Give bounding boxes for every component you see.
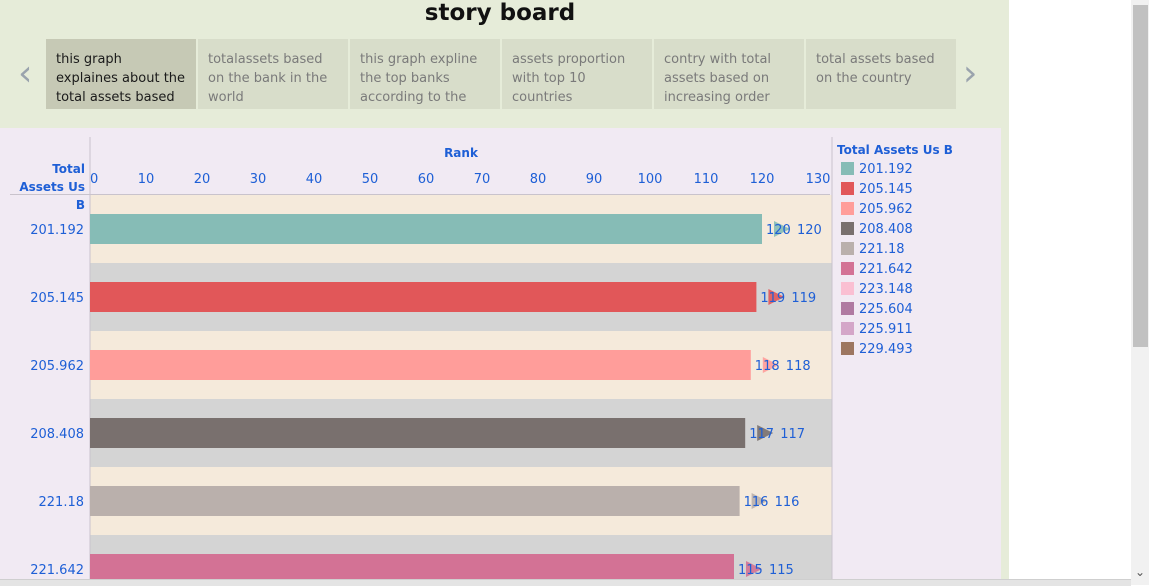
- bar-end-label: 117: [780, 427, 805, 442]
- category-label: 221.18: [39, 495, 85, 510]
- category-label: 221.642: [30, 563, 84, 578]
- bar-value-label: 120: [766, 223, 791, 238]
- x-tick-label: 60: [418, 172, 435, 187]
- x-tick-label: 10: [138, 172, 155, 187]
- legend-item[interactable]: 223.148: [841, 281, 913, 299]
- bar: [90, 418, 746, 448]
- scrollbar-thumb[interactable]: [1133, 5, 1148, 347]
- legend-label: 225.911: [859, 322, 913, 337]
- legend-label: 225.604: [859, 302, 913, 317]
- bar-value-label: 118: [755, 359, 780, 374]
- x-tick-label: 90: [586, 172, 603, 187]
- scroll-down-arrow-icon[interactable]: ⌄: [1131, 563, 1149, 581]
- legend-swatch: [841, 282, 854, 295]
- x-tick-label: 80: [530, 172, 547, 187]
- x-tick-label: 120: [750, 172, 775, 187]
- bar: [90, 282, 757, 312]
- bar-value-label: 116: [744, 495, 769, 510]
- x-tick-label: 110: [694, 172, 719, 187]
- legend-label: 205.962: [859, 202, 913, 217]
- legend-item[interactable]: 201.192: [841, 161, 913, 179]
- x-tick-label: 0: [90, 172, 98, 187]
- x-tick-label: 30: [250, 172, 267, 187]
- bar-end-label: 115: [769, 563, 794, 578]
- category-label: 201.192: [30, 223, 84, 238]
- legend-item[interactable]: 225.604: [841, 301, 913, 319]
- legend-swatch: [841, 322, 854, 335]
- legend-swatch: [841, 262, 854, 275]
- x-tick-label: 40: [306, 172, 323, 187]
- legend-swatch: [841, 202, 854, 215]
- legend-label: 208.408: [859, 222, 913, 237]
- legend-title: Total Assets Us B: [837, 143, 953, 157]
- bar: [90, 214, 762, 244]
- legend-item[interactable]: 205.962: [841, 201, 913, 219]
- x-tick-label: 100: [638, 172, 663, 187]
- bar-end-label: 116: [775, 495, 800, 510]
- bar-end-label: 118: [786, 359, 811, 374]
- category-label: 205.962: [30, 359, 84, 374]
- legend-label: 205.145: [859, 182, 913, 197]
- legend-swatch: [841, 162, 854, 175]
- legend-label: 201.192: [859, 162, 913, 177]
- legend-swatch: [841, 222, 854, 235]
- legend-item[interactable]: 221.642: [841, 261, 913, 279]
- legend-label: 221.18: [859, 242, 905, 257]
- legend-label: 221.642: [859, 262, 913, 277]
- bar: [90, 486, 740, 516]
- legend-swatch: [841, 242, 854, 255]
- x-tick-label: 70: [474, 172, 491, 187]
- category-label: 208.408: [30, 427, 84, 442]
- legend-label: 223.148: [859, 282, 913, 297]
- legend-item[interactable]: 225.911: [841, 321, 913, 339]
- story-board: story board ‹ this graph explaines about…: [0, 0, 1009, 585]
- legend-item[interactable]: 208.408: [841, 221, 913, 239]
- legend-item[interactable]: 229.493: [841, 341, 913, 359]
- legend-swatch: [841, 342, 854, 355]
- bar: [90, 350, 751, 380]
- legend-swatch: [841, 302, 854, 315]
- x-tick-label: 50: [362, 172, 379, 187]
- bar-end-label: 119: [791, 291, 816, 306]
- legend-item[interactable]: 205.145: [841, 181, 913, 199]
- category-label: 205.145: [30, 291, 84, 306]
- legend-item[interactable]: 221.18: [841, 241, 905, 259]
- bar-value-label: 117: [749, 427, 774, 442]
- legend-label: 229.493: [859, 342, 913, 357]
- legend-swatch: [841, 182, 854, 195]
- bar-end-label: 120: [797, 223, 822, 238]
- bar-value-label: 115: [738, 563, 763, 578]
- x-tick-label: 20: [194, 172, 211, 187]
- x-tick-label: 130: [806, 172, 831, 187]
- bar-value-label: 119: [760, 291, 785, 306]
